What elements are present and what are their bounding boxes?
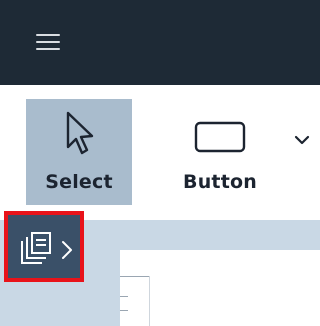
pages-stack-icon	[21, 232, 51, 264]
button-tool-button[interactable]: Button	[160, 99, 280, 205]
cursor-arrow-icon	[66, 111, 94, 155]
hamburger-menu-icon[interactable]	[36, 32, 60, 52]
vertical-ruler	[120, 276, 150, 326]
top-bar	[0, 0, 320, 85]
pages-panel-toggle[interactable]	[4, 211, 84, 282]
select-tool-button[interactable]: Select	[26, 99, 132, 205]
app-window: Select Button	[0, 0, 320, 326]
canvas-page[interactable]	[120, 250, 320, 326]
toolbar: Select Button	[0, 85, 320, 220]
button-rectangle-icon	[194, 121, 246, 153]
chevron-right-icon	[62, 241, 72, 259]
button-tool-label: Button	[183, 171, 257, 193]
chevron-down-icon[interactable]	[292, 130, 312, 150]
select-tool-label: Select	[45, 171, 113, 193]
